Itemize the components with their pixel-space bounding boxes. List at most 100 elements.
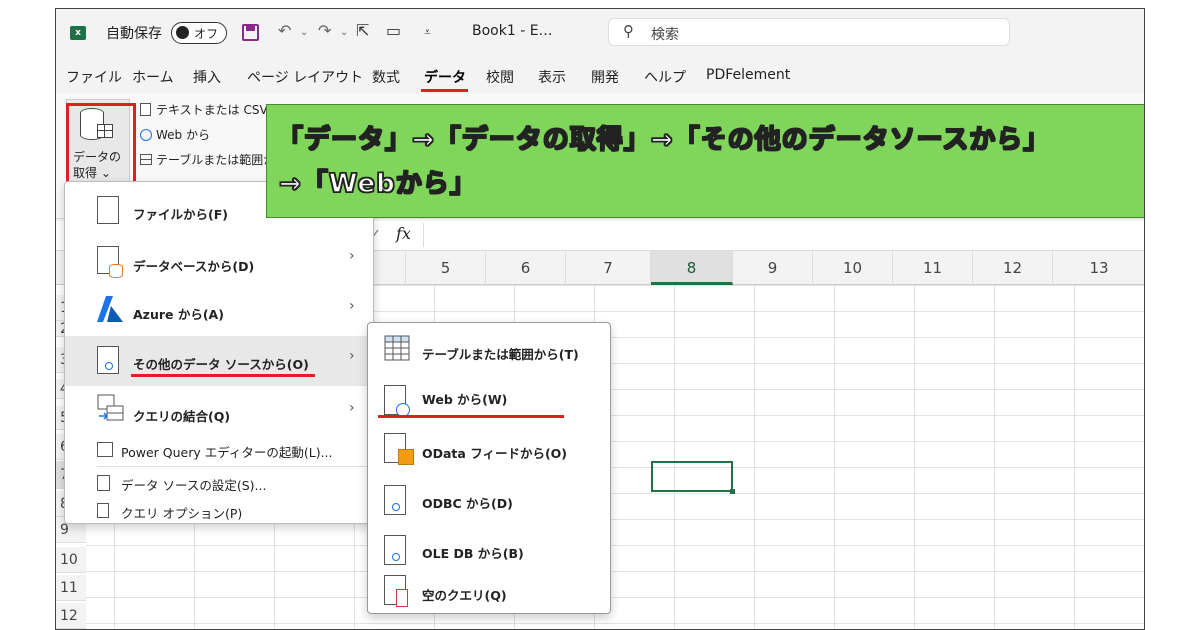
autosave-label: 自動保存: [106, 26, 162, 42]
odata-feed-icon: [398, 449, 414, 465]
pointer-icon[interactable]: ⇱: [356, 21, 369, 40]
tab-formulas[interactable]: 数式: [372, 67, 400, 87]
other-sources-submenu: テーブルまたは範囲から(T) Web から(W) OData フィードから(O)…: [367, 322, 611, 614]
query-options-icon: [97, 503, 109, 518]
redo-dropdown-icon[interactable]: ⌄: [340, 27, 348, 38]
blank-query-icon: [396, 589, 408, 607]
from-web-ribbon-label: Web から: [156, 128, 210, 142]
column-header[interactable]: 7: [566, 251, 651, 285]
save-icon[interactable]: [242, 24, 259, 41]
data-tab-red-underline: [421, 89, 468, 92]
redo-icon[interactable]: ↷: [318, 21, 331, 40]
submenu-item-from-table-range[interactable]: テーブルまたは範囲から(T): [368, 327, 610, 373]
submenu-item-label: Web から(W): [422, 392, 508, 407]
undo-dropdown-icon[interactable]: ⌄: [300, 27, 308, 38]
connector-node-icon: [392, 553, 400, 561]
menu-separator: [97, 466, 375, 467]
form-icon[interactable]: ▭: [386, 21, 401, 40]
column-header[interactable]: 11: [893, 251, 973, 285]
column-header[interactable]: 13: [1053, 251, 1144, 285]
tab-file[interactable]: ファイル: [66, 67, 122, 87]
database-cylinder-icon: [109, 264, 123, 278]
tab-insert[interactable]: 挿入: [193, 67, 221, 87]
submenu-item-blank-query[interactable]: 空のクエリ(Q): [368, 571, 610, 617]
submenu-item-from-oledb[interactable]: OLE DB から(B): [368, 527, 610, 573]
customize-qat-icon[interactable]: ⩡: [424, 25, 431, 40]
tab-page-layout[interactable]: ページ レイアウト: [247, 67, 363, 87]
search-icon: ⚲: [623, 22, 634, 40]
power-query-editor-icon: [97, 442, 113, 457]
workbook-title: Book1 - E…: [472, 23, 553, 39]
chevron-right-icon: ›: [349, 248, 355, 264]
submenu-item-from-odata[interactable]: OData フィードから(O): [368, 427, 610, 473]
submenu-item-from-web[interactable]: Web から(W): [368, 377, 610, 423]
row-header[interactable]: 10: [56, 547, 86, 573]
tab-developer[interactable]: 開発: [591, 67, 619, 87]
autosave-state: オフ: [194, 27, 219, 41]
menu-item-from-database[interactable]: データベースから(D) ›: [65, 236, 373, 286]
menu-item-label: その他のデータ ソースから(O): [133, 357, 309, 372]
active-cell[interactable]: [651, 461, 735, 494]
excel-window: x 自動保存 オフ ↶ ⌄ ↷ ⌄ ⇱ ▭ ⩡ Book1 - E… ⚲ 検索 …: [55, 8, 1145, 630]
tab-pdfelement[interactable]: PDFelement: [706, 67, 790, 83]
search-placeholder: 検索: [651, 27, 679, 43]
menu-item-from-azure[interactable]: Azure から(A) ›: [65, 286, 373, 336]
undo-icon[interactable]: ↶: [278, 21, 291, 40]
tab-view[interactable]: 表示: [538, 67, 566, 87]
row-header[interactable]: 12: [56, 603, 86, 629]
tab-review[interactable]: 校閲: [486, 67, 514, 87]
azure-icon: [97, 294, 123, 324]
from-table-range-ribbon-button[interactable]: テーブルまたは範囲か: [140, 151, 275, 168]
menu-item-label: クエリ オプション(P): [121, 506, 243, 521]
data-source-settings-icon: [97, 475, 110, 491]
submenu-item-from-odbc[interactable]: ODBC から(D): [368, 477, 610, 523]
menu-item-label: クエリの結合(Q): [133, 409, 231, 424]
menu-item-combine-queries[interactable]: クエリの結合(Q) ›: [65, 386, 373, 436]
column-header[interactable]: 10: [813, 251, 893, 285]
menu-item-label: Azure から(A): [133, 307, 224, 322]
column-header-selected[interactable]: 8: [651, 251, 733, 285]
row-header[interactable]: 11: [56, 575, 86, 601]
insert-function-button[interactable]: fx: [396, 224, 411, 243]
column-header[interactable]: 12: [973, 251, 1053, 285]
from-web-red-underline: [378, 415, 564, 418]
tab-help[interactable]: ヘルプ: [644, 67, 686, 87]
connector-node-icon: [392, 503, 400, 511]
menu-item-launch-power-query[interactable]: Power Query エディターの起動(L)...: [65, 436, 373, 466]
menu-item-data-source-settings[interactable]: データ ソースの設定(S)...: [65, 470, 373, 498]
table-range-icon: [140, 154, 152, 165]
chevron-right-icon: ›: [349, 298, 355, 314]
connector-node-icon: [105, 362, 113, 370]
from-web-ribbon-button[interactable]: Web から: [140, 126, 210, 143]
submenu-item-label: 空のクエリ(Q): [422, 588, 507, 603]
from-text-csv-button[interactable]: テキストまたは CSV: [140, 101, 268, 118]
column-header[interactable]: 9: [733, 251, 813, 285]
menu-item-from-other-sources[interactable]: その他のデータ ソースから(O) ›: [65, 336, 373, 386]
submenu-item-label: OData フィードから(O): [422, 446, 568, 461]
chevron-right-icon: ›: [349, 348, 355, 364]
from-table-range-ribbon-label: テーブルまたは範囲か: [156, 153, 276, 167]
submenu-item-label: テーブルまたは範囲から(T): [422, 347, 579, 362]
chevron-right-icon: ›: [349, 400, 355, 416]
column-header[interactable]: 5: [406, 251, 486, 285]
formula-input[interactable]: [423, 223, 1143, 247]
ribbon-tabs: ファイル ホーム 挿入 ページ レイアウト 数式 データ 校閲 表示 開発 ヘル…: [56, 61, 1144, 97]
from-text-csv-label: テキストまたは CSV: [156, 103, 268, 117]
table-range-icon: [384, 335, 410, 361]
column-header[interactable]: 6: [486, 251, 566, 285]
title-bar: x 自動保存 オフ ↶ ⌄ ↷ ⌄ ⇱ ▭ ⩡ Book1 - E… ⚲ 検索: [56, 9, 1144, 55]
tab-data[interactable]: データ: [424, 67, 466, 87]
search-box[interactable]: ⚲ 検索: [608, 18, 1010, 46]
menu-item-label: Power Query エディターの起動(L)...: [121, 445, 333, 460]
excel-logo-icon: x: [70, 26, 86, 40]
file-icon: [97, 196, 119, 224]
menu-item-label: データベースから(D): [133, 259, 255, 274]
autosave-toggle[interactable]: オフ: [171, 22, 227, 44]
instruction-banner: 「データ」→「データの取得」→「その他のデータソースから」 →「Webから」: [266, 104, 1144, 218]
menu-item-query-options[interactable]: クエリ オプション(P): [65, 498, 373, 526]
menu-item-label: ファイルから(F): [133, 207, 228, 222]
instruction-line-2: →「Webから」: [278, 168, 477, 199]
menu-item-label: データ ソースの設定(S)...: [121, 478, 267, 493]
tab-home[interactable]: ホーム: [132, 67, 174, 87]
text-file-icon: [140, 103, 151, 116]
